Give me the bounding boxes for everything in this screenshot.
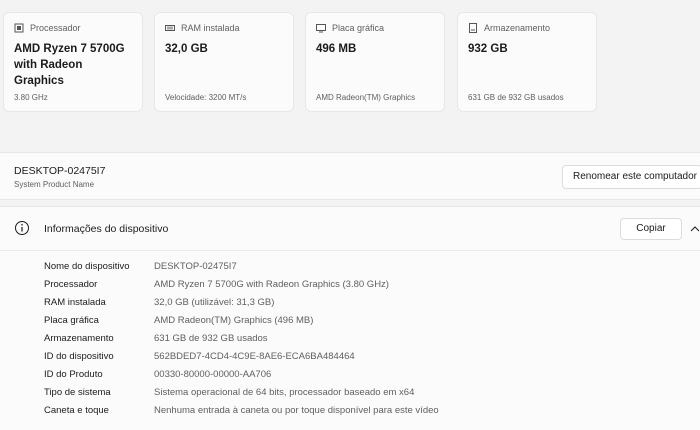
spec-label: Tipo de sistema [44,387,111,398]
card-subtext: Velocidade: 3200 MT/s [165,93,247,102]
card-value: AMD Ryzen 7 5700G with Radeon Graphics [14,43,125,87]
spec-label: RAM instalada [44,297,106,308]
spec-label: ID do Produto [44,369,103,380]
ram-icon [165,23,175,33]
storage-icon [468,23,478,33]
spec-label: Processador [44,279,98,290]
spec-label: Nome do dispositivo [44,261,130,272]
processor-card: Processador AMD Ryzen 7 5700G with Radeo… [3,12,143,112]
card-value: 932 GB [468,43,508,55]
graphics-card-icon [316,23,326,33]
device-info-title: Informações do dispositivo [44,223,169,235]
spec-value: AMD Ryzen 7 5700G with Radeon Graphics (… [154,279,389,290]
rename-computer-button[interactable]: Renomear este computador [562,165,700,189]
spec-row: Processador AMD Ryzen 7 5700G with Radeo… [0,276,700,294]
spec-row: ID do dispositivo 562BDED7-4CD4-4C9E-8AE… [0,348,700,366]
card-subtext: AMD Radeon(TM) Graphics [316,93,416,102]
ram-card: RAM instalada 32,0 GB Velocidade: 3200 M… [154,12,294,112]
card-value: 32,0 GB [165,43,208,55]
card-value: 496 MB [316,43,357,55]
spec-value: 631 GB de 932 GB usados [154,333,268,344]
card-subtext: 3.80 GHz [14,93,48,102]
spec-row: RAM instalada 32,0 GB (utilizável: 31,3 … [0,294,700,312]
spec-value: 00330-80000-00000-AA706 [154,369,272,380]
copy-button[interactable]: Copiar [620,218,682,240]
card-label: Placa gráfica [332,23,385,33]
spec-value: 562BDED7-4CD4-4C9E-8AE6-ECA6BA484464 [154,351,355,362]
info-icon [14,220,30,236]
card-label: RAM instalada [181,23,240,33]
storage-card: Armazenamento 932 GB 631 GB de 932 GB us… [457,12,597,112]
computer-name: DESKTOP-02475I7 [14,165,106,177]
chevron-up-icon[interactable] [690,225,700,233]
spec-row: Armazenamento 631 GB de 932 GB usados [0,330,700,348]
graphics-card: Placa gráfica 496 MB AMD Radeon(TM) Grap… [305,12,445,112]
spec-row: ID do Produto 00330-80000-00000-AA706 [0,366,700,384]
spec-row: Nome do dispositivo DESKTOP-02475I7 [0,258,700,276]
device-info-header[interactable]: Informações do dispositivo Copiar [0,207,700,251]
device-info-panel: Informações do dispositivo Copiar Nome d… [0,206,700,430]
spec-label: Caneta e toque [44,405,109,416]
processor-icon [14,23,24,33]
spec-row: Tipo de sistema Sistema operacional de 6… [0,384,700,402]
card-label: Armazenamento [484,23,551,33]
spec-value: AMD Radeon(TM) Graphics (496 MB) [154,315,314,326]
computer-model: System Product Name [14,180,95,189]
card-subtext: 631 GB de 932 GB usados [468,93,564,102]
card-label: Processador [30,23,81,33]
spec-row: Caneta e toque Nenhuma entrada à caneta … [0,402,700,420]
spec-row: Placa gráfica AMD Radeon(TM) Graphics (4… [0,312,700,330]
spec-label: ID do dispositivo [44,351,114,362]
spec-label: Placa gráfica [44,315,99,326]
spec-value: 32,0 GB (utilizável: 31,3 GB) [154,297,275,308]
spec-value: Sistema operacional de 64 bits, processa… [154,387,415,398]
spec-value: Nenhuma entrada à caneta ou por toque di… [154,405,439,416]
spec-value: DESKTOP-02475I7 [154,261,237,272]
spec-label: Armazenamento [44,333,114,344]
computer-name-section: DESKTOP-02475I7 System Product Name Reno… [0,152,700,200]
